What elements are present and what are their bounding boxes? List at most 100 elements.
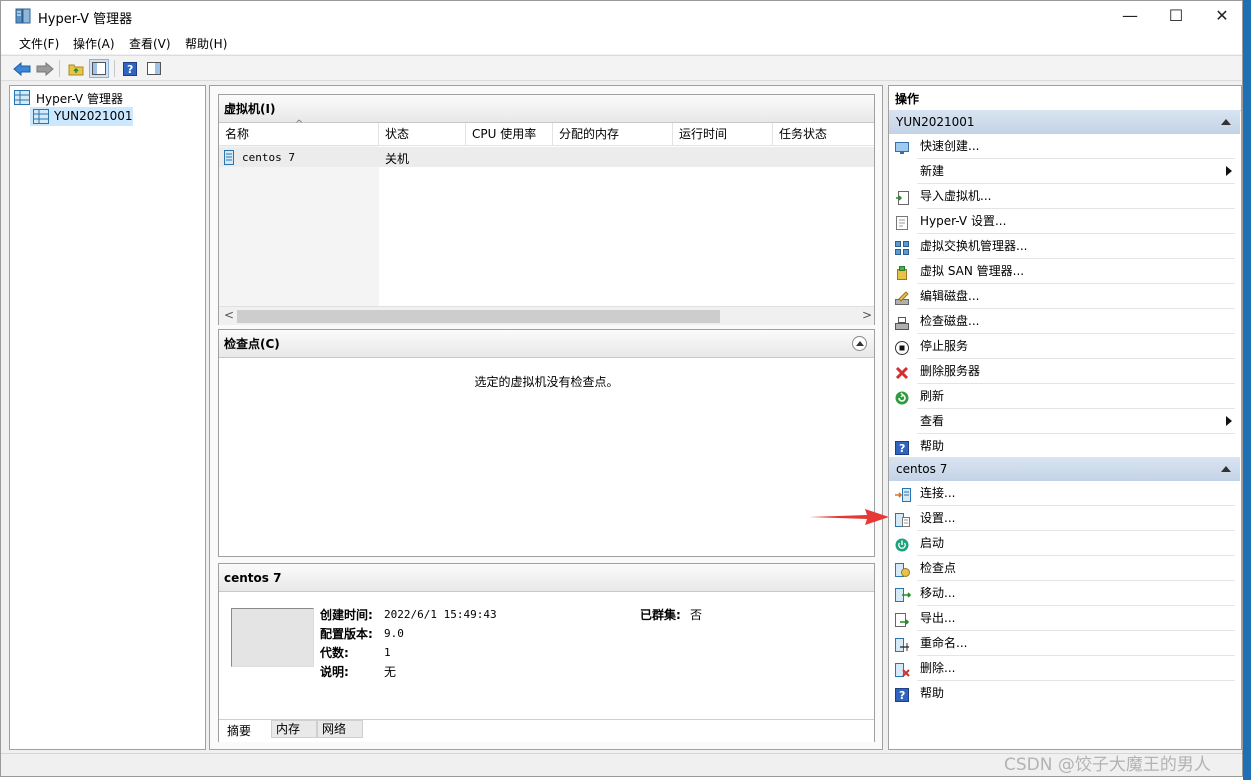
show-console-tree-icon[interactable] [89,59,109,78]
menu-help[interactable]: 帮助(H) [185,35,227,52]
vm-action-item[interactable]: 连接... [889,481,1240,505]
clustered-label: 已群集: [640,608,681,622]
background-window-edge [1243,0,1251,780]
server-action-item[interactable]: 查看 [889,409,1240,433]
vm-action-item[interactable]: 删除... [889,656,1240,680]
close-button[interactable]: ✕ [1199,1,1242,32]
vm-icon [224,150,234,168]
action-label: 删除服务器 [920,364,981,378]
back-arrow-icon[interactable] [12,59,32,78]
tree-server-item[interactable]: YUN2021001 [30,107,133,126]
maximize-button[interactable]: ☐ [1153,1,1199,32]
server-action-item[interactable]: 快速创建... [889,134,1240,158]
action-label: 启动 [920,536,945,550]
action-label: 虚拟 SAN 管理器... [920,264,1025,278]
scroll-thumb[interactable] [237,310,720,323]
server-action-item[interactable]: 导入虚拟机... [889,184,1240,208]
table-row[interactable]: centos 7 关机 [219,147,874,167]
scroll-left-arrow[interactable]: < [224,308,234,322]
server-action-item[interactable]: 虚拟 SAN 管理器... [889,259,1240,283]
collapse-arrow-icon[interactable] [1221,119,1231,125]
server-action-item[interactable]: 刷新 [889,384,1240,408]
action-label: 快速创建... [920,139,980,153]
field-version-label: 配置版本: [320,627,373,641]
field-notes-label: 说明: [320,665,349,679]
vm-action-item[interactable]: 重命名... [889,631,1240,655]
col-uptime[interactable]: 运行时间 [673,123,773,145]
server-group-header[interactable]: YUN2021001 [889,110,1240,134]
field-version-value: 9.0 [384,627,404,640]
show-action-pane-icon[interactable] [144,59,164,78]
vm-column-headers: 名称 ^ 状态 CPU 使用率 分配的内存 运行时间 任务状态 [219,119,874,146]
vm-state: 关机 [385,152,410,166]
actions-pane: 操作 YUN2021001 快速创建... 新建 导入虚拟机... Hyper-V 设… [888,85,1242,750]
details-tab-strip: 摘要 内存 网络 [219,719,874,742]
refresh-icon [895,389,909,405]
monitor-icon [895,139,909,154]
vm-thumbnail[interactable] [231,608,314,667]
sorted-column-shade [219,146,379,307]
server-action-item[interactable]: ? 帮助 [889,434,1240,458]
checkpoints-panel-header: 检查点(C) [219,330,874,358]
server-action-item[interactable]: 虚拟交换机管理器... [889,234,1240,258]
checkpoint-icon [895,561,910,577]
tab-network[interactable]: 网络 [317,720,363,738]
details-header: centos 7 [219,564,874,592]
vm-action-item[interactable]: 设置... [889,506,1240,530]
forward-arrow-icon[interactable] [35,59,55,78]
vm-horizontal-scrollbar[interactable]: < > [219,306,874,325]
toolbar-separator [59,60,60,77]
import-icon [895,189,909,205]
inspect-disk-icon [895,314,909,330]
field-generation-label: 代数: [320,646,349,660]
vm-action-item[interactable]: 检查点 [889,556,1240,580]
tab-memory[interactable]: 内存 [271,720,317,738]
checkpoints-panel: 检查点(C) 选定的虚拟机没有检查点。 [218,329,875,557]
collapse-arrow-icon[interactable] [1221,466,1231,472]
minimize-button[interactable]: — [1107,1,1153,32]
menu-file[interactable]: 文件(F) [19,35,59,52]
hyperv-icon [14,90,30,108]
server-action-item[interactable]: 停止服务 [889,334,1240,358]
actions-title: 操作 [895,92,920,106]
server-action-item[interactable]: Hyper-V 设置... [889,209,1240,233]
server-action-item[interactable]: 删除服务器 [889,359,1240,383]
tree-root-label: Hyper-V 管理器 [36,92,123,106]
submenu-arrow-icon [1226,416,1232,426]
col-cpu[interactable]: CPU 使用率 [466,123,553,145]
red-x-icon [895,364,909,380]
help-icon[interactable]: ? [120,59,140,78]
move-icon [895,586,912,602]
action-label: 编辑磁盘... [920,289,980,303]
toolbar-separator [114,60,115,77]
menu-view[interactable]: 查看(V) [129,35,171,52]
vm-group-header[interactable]: centos 7 [889,457,1240,481]
server-icon [33,109,49,127]
col-task-status[interactable]: 任务状态 [773,123,874,145]
menu-action[interactable]: 操作(A) [73,35,115,52]
action-label: 停止服务 [920,339,969,353]
col-state[interactable]: 状态 [379,123,466,145]
up-folder-icon[interactable] [66,59,86,78]
tab-summary[interactable]: 摘要 [219,720,271,742]
server-action-item[interactable]: 新建 [889,159,1240,183]
vm-action-item[interactable]: 移动... [889,581,1240,605]
window-title: Hyper-V 管理器 [38,12,133,27]
vm-details-panel: centos 7 创建时间: 2022/6/1 15:49:43 配置版本: 9… [218,563,875,742]
edit-disk-icon [895,289,909,305]
col-memory[interactable]: 分配的内存 [553,123,673,145]
server-action-item[interactable]: 编辑磁盘... [889,284,1240,308]
vm-action-item[interactable]: 启动 [889,531,1240,555]
vm-group-name: centos 7 [896,462,948,476]
server-action-item[interactable]: 检查磁盘... [889,309,1240,333]
switch-icon [895,239,909,255]
hyperv-manager-window: Hyper-V 管理器 — ☐ ✕ 文件(F) 操作(A) 查看(V) 帮助(H… [0,0,1243,777]
console-tree: Hyper-V 管理器 YUN2021001 [9,85,206,750]
virtual-machines-panel: 虚拟机(I) 名称 ^ 状态 CPU 使用率 分配的内存 运行时间 任务状态 c… [218,94,875,325]
vm-action-item[interactable]: ? 帮助 [889,681,1240,705]
scroll-right-arrow[interactable]: > [862,308,872,322]
collapse-icon[interactable] [852,336,867,351]
field-notes-value: 无 [384,665,397,679]
vm-action-item[interactable]: 导出... [889,606,1240,630]
vm-settings-icon [895,511,910,527]
